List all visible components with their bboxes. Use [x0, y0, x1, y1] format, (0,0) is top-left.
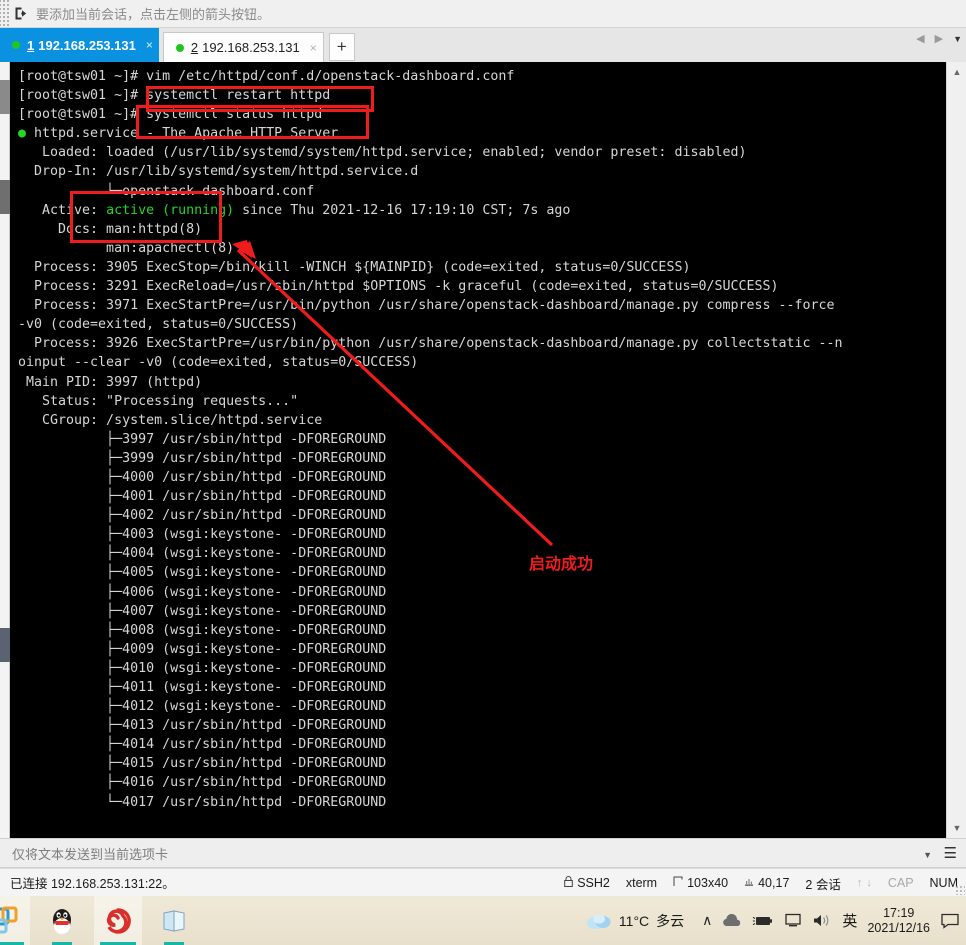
status-cursor: 40,17	[744, 876, 789, 890]
tab-scroll-left-icon[interactable]: ◀	[916, 32, 924, 45]
clock-time: 17:19	[883, 906, 915, 921]
send-to-input[interactable]: 仅将文本发送到当前选项卡	[12, 844, 168, 863]
windows-taskbar: 11°C 多云 ∧ 英 17:19 2021/12/16	[0, 896, 966, 945]
tab-close-icon[interactable]: ×	[146, 39, 153, 51]
tab-status-dot-icon	[12, 41, 20, 49]
splitter-handle[interactable]	[0, 628, 10, 662]
cursor-icon	[744, 876, 754, 890]
tab-index: 1	[27, 37, 35, 53]
status-terminal-type: xterm	[626, 876, 657, 890]
quick-command-hint: 要添加当前会话，点击左侧的箭头按钮。	[36, 7, 271, 22]
splitter-handle[interactable]	[0, 180, 10, 214]
scroll-down-icon[interactable]: ▼	[947, 818, 966, 838]
connection-status: 已连接 192.168.253.131:22。	[10, 877, 175, 891]
drag-grip[interactable]	[0, 0, 10, 28]
tab-nav-controls: ◀ ▶ ▼	[916, 32, 962, 45]
battery-icon[interactable]	[752, 914, 774, 928]
weather-temperature: 11°C	[618, 912, 650, 929]
resize-icon	[673, 876, 683, 890]
session-manager-strip[interactable]	[0, 62, 10, 838]
splitter-handle[interactable]	[0, 80, 10, 114]
size-label: 103x40	[687, 876, 729, 890]
tab-close-icon[interactable]: ×	[310, 42, 317, 54]
cloud-icon	[586, 912, 612, 930]
speech-bubble-icon[interactable]	[940, 913, 960, 929]
status-sessions: 2 会话	[805, 874, 840, 893]
new-tab-button[interactable]: +	[328, 33, 355, 61]
show-hidden-icons-chevron-up-icon[interactable]: ∧	[702, 912, 712, 929]
resize-grip[interactable]	[955, 885, 965, 895]
tab-status-dot-icon	[175, 43, 184, 52]
status-size: 103x40	[673, 876, 728, 890]
download-arrow-icon: ↓	[866, 877, 872, 889]
taskbar-item-vmware-icon[interactable]	[0, 896, 30, 945]
tab-title: 192.168.253.131	[202, 40, 300, 55]
taskbar-clock[interactable]: 17:19 2021/12/16	[867, 906, 930, 935]
tab-scroll-right-icon[interactable]: ▶	[935, 32, 943, 45]
tab-bar: 1 192.168.253.131 × 2 192.168.253.131 × …	[0, 28, 966, 62]
terminal-output[interactable]: [root@tsw01 ~]# vim /etc/httpd/conf.d/op…	[10, 62, 946, 838]
taskbar-item-xshell-icon[interactable]	[94, 896, 142, 945]
terminal-text: [root@tsw01 ~]# vim /etc/httpd/conf.d/op…	[18, 69, 843, 810]
cursor-label: 40,17	[758, 876, 790, 890]
terminal-type-label: xterm	[625, 876, 658, 890]
tab-session-2[interactable]: 2 192.168.253.131 ×	[162, 32, 324, 62]
clock-date: 2021/12/16	[867, 920, 930, 935]
lock-icon	[564, 876, 573, 890]
num-lock-indicator: NUM	[929, 876, 958, 890]
caps-lock-indicator: CAP	[887, 876, 914, 890]
taskbar-item-notepad-icon[interactable]	[150, 896, 198, 945]
tab-title: 192.168.253.131	[38, 37, 136, 53]
status-protocol: SSH2	[564, 876, 610, 890]
send-to-session-icon[interactable]	[10, 0, 32, 28]
monitor-icon[interactable]	[784, 913, 802, 928]
ime-indicator[interactable]: 英	[842, 910, 857, 931]
cloud-filled-icon[interactable]	[722, 913, 742, 928]
speaker-icon[interactable]	[812, 913, 832, 928]
quick-command-bar: 要添加当前会话，点击左侧的箭头按钮。	[0, 0, 966, 28]
upload-arrow-icon: ↑	[856, 877, 863, 889]
tab-index: 2	[190, 40, 199, 55]
hamburger-menu-icon[interactable]: ☰	[944, 846, 957, 861]
system-tray: 11°C 多云 ∧ 英 17:19 2021/12/16	[586, 896, 960, 945]
taskbar-item-qq-icon[interactable]	[38, 896, 86, 945]
tab-list-dropdown-icon[interactable]: ▼	[953, 34, 962, 44]
protocol-label: SSH2	[577, 876, 610, 890]
weather-widget[interactable]: 11°C 多云	[586, 911, 684, 931]
weather-condition: 多云	[656, 912, 685, 929]
terminal-scrollbar[interactable]: ▲ ▼	[946, 62, 966, 838]
scroll-up-icon[interactable]: ▲	[947, 62, 966, 82]
tab-session-1[interactable]: 1 192.168.253.131 ×	[0, 28, 159, 62]
send-to-bar[interactable]: 仅将文本发送到当前选项卡 ▼ ☰	[0, 838, 966, 868]
status-transfer: ↑ ↓	[857, 877, 872, 889]
sessions-label: 2 会话	[805, 877, 841, 892]
chevron-down-icon[interactable]: ▼	[923, 850, 932, 860]
status-bar: 已连接 192.168.253.131:22。 SSH2 xterm 103x4…	[0, 868, 966, 896]
